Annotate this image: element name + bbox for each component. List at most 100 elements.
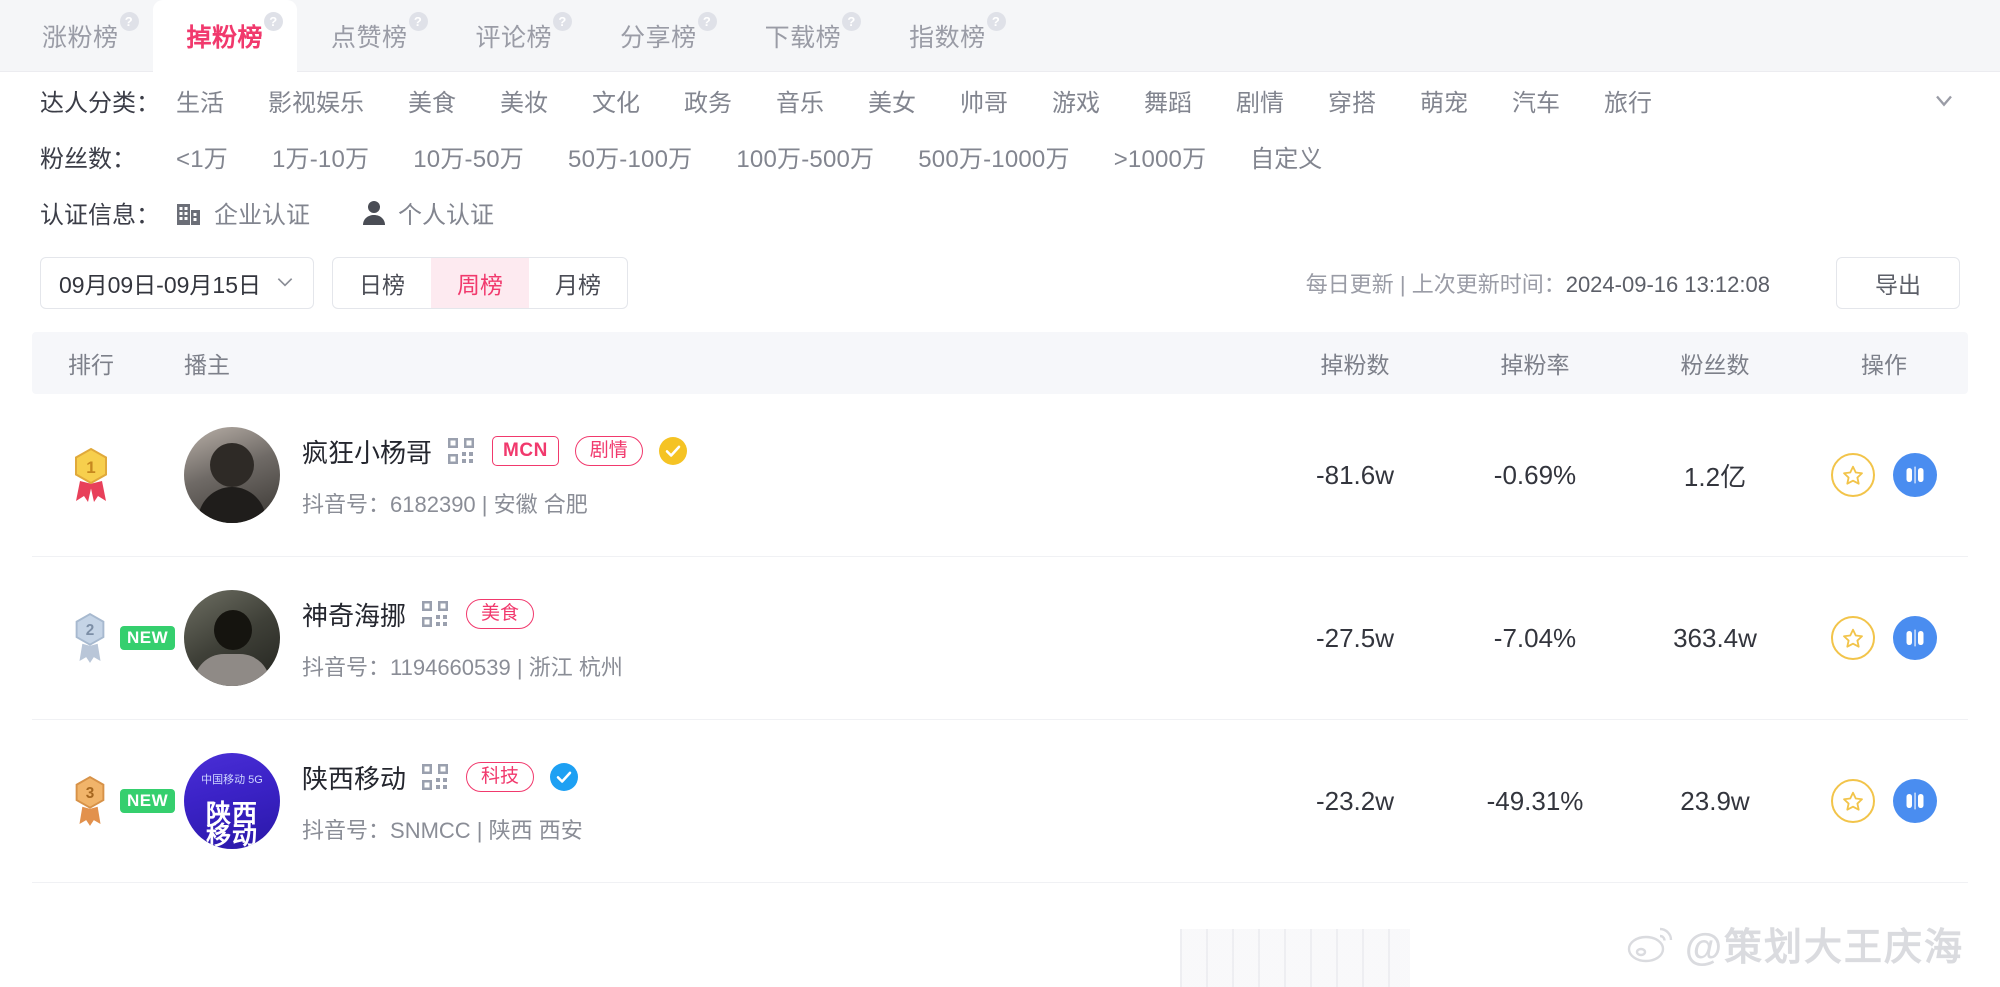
filter-row-fans: 粉丝数： <1万 1万-10万 10万-50万 50万-100万 100万-50… xyxy=(40,128,1960,184)
tag-mcn[interactable]: MCN xyxy=(492,436,559,466)
tab-xiazaibang[interactable]: 下载榜 ? xyxy=(731,0,876,72)
cert-option-personal-label: 个人认证 xyxy=(398,201,494,229)
account-label: 抖音号： xyxy=(302,655,391,680)
fans-option-100w-500w[interactable]: 100万-500万 xyxy=(736,139,874,174)
svg-text:1: 1 xyxy=(86,458,95,477)
qr-code-icon[interactable] xyxy=(448,438,475,464)
chevron-down-icon[interactable] xyxy=(1928,84,1960,116)
host-location: 陕西 西安 xyxy=(488,818,583,843)
category-option-yinyue[interactable]: 音乐 xyxy=(776,83,824,118)
category-option-list: 生活 影视娱乐 美食 美妆 文化 政务 音乐 美女 帅哥 游戏 舞蹈 剧情 穿搭… xyxy=(176,83,1652,118)
account-label: 抖音号： xyxy=(302,492,391,517)
tab-pinglunbang[interactable]: 评论榜 ? xyxy=(442,0,587,72)
drop-rate-value: -0.69% xyxy=(1493,459,1577,490)
tab-diaofenbang[interactable]: 掉粉榜 ? xyxy=(152,0,298,72)
favorite-star-icon[interactable] xyxy=(1831,453,1875,497)
column-header-drop-rate: 掉粉率 xyxy=(1500,352,1570,378)
verified-badge-icon xyxy=(550,763,579,791)
help-icon[interactable]: ? xyxy=(986,12,1006,31)
chevron-down-icon xyxy=(275,273,295,294)
fans-option-lt-1w[interactable]: <1万 xyxy=(176,139,228,174)
help-icon[interactable]: ? xyxy=(119,12,139,31)
host-name-line: 疯狂小杨哥 MCN 剧情 xyxy=(302,431,687,471)
fans-option-1w-10w[interactable]: 1万-10万 xyxy=(272,139,369,174)
host-name[interactable]: 疯狂小杨哥 xyxy=(302,433,432,470)
cert-option-personal[interactable]: 个人认证 xyxy=(362,195,494,230)
ranking-tab-bar: 涨粉榜 ? 掉粉榜 ? 点赞榜 ? 评论榜 ? 分享榜 ? 下载榜 ? 指数榜 … xyxy=(0,0,2000,72)
tab-label: 点赞榜 xyxy=(331,24,408,52)
fans-option-gt-1000w[interactable]: >1000万 xyxy=(1114,139,1207,174)
avatar[interactable]: 中国移动 5G 陕西 移动 xyxy=(184,753,280,849)
category-option-qiche[interactable]: 汽车 xyxy=(1512,83,1560,118)
douyin-icon[interactable] xyxy=(1893,779,1937,823)
favorite-star-icon[interactable] xyxy=(1831,616,1875,660)
category-option-yingshiyule[interactable]: 影视娱乐 xyxy=(268,83,364,118)
watermark-stripe xyxy=(1180,929,1410,987)
tab-dianzanbang[interactable]: 点赞榜 ? xyxy=(297,0,442,72)
date-range-value: 09月09日-09月15日 xyxy=(59,272,261,298)
category-option-wudao[interactable]: 舞蹈 xyxy=(1144,83,1192,118)
tab-zhangfenbang[interactable]: 涨粉榜 ? xyxy=(8,0,153,72)
help-icon[interactable]: ? xyxy=(553,12,573,31)
host-cell: 疯狂小杨哥 MCN 剧情 抖音号：6182390 | 安徽 合肥 xyxy=(172,427,1270,523)
douyin-icon[interactable] xyxy=(1893,453,1937,497)
fans-value: 363.4w xyxy=(1673,622,1757,653)
drop-count-value: -27.5w xyxy=(1315,622,1395,653)
account-label: 抖音号： xyxy=(302,818,391,843)
period-option-monthly[interactable]: 月榜 xyxy=(529,258,627,308)
table-header-row: 排行 播主 掉粉数 掉粉率 粉丝数 操作 xyxy=(32,332,1968,394)
category-option-mengchong[interactable]: 萌宠 xyxy=(1420,83,1468,118)
avatar-main-text: 陕西 移动 xyxy=(205,800,258,849)
avatar-logo-text: 中国移动 5G xyxy=(201,774,263,786)
help-icon[interactable]: ? xyxy=(408,12,428,31)
table-row: 2 NEW 神奇海挪 美食 抖音号：1194660539 | 浙江 杭州 -27… xyxy=(32,557,1968,720)
host-account-line: 抖音号：SNMCC | 陕西 西安 xyxy=(302,818,583,843)
category-option-meizhuang[interactable]: 美妆 xyxy=(500,83,548,118)
host-name[interactable]: 神奇海挪 xyxy=(302,596,406,633)
avatar[interactable] xyxy=(184,590,280,686)
column-header-drop-count: 掉粉数 xyxy=(1320,352,1390,378)
fans-option-custom[interactable]: 自定义 xyxy=(1250,139,1322,174)
douyin-icon[interactable] xyxy=(1893,616,1937,660)
tag-category[interactable]: 美食 xyxy=(466,599,535,629)
export-button[interactable]: 导出 xyxy=(1836,257,1960,309)
host-cell: 神奇海挪 美食 抖音号：1194660539 | 浙江 杭州 xyxy=(172,590,1270,686)
period-option-daily[interactable]: 日榜 xyxy=(333,258,431,308)
category-option-lvxing[interactable]: 旅行 xyxy=(1604,83,1652,118)
host-name[interactable]: 陕西移动 xyxy=(302,759,406,796)
filter-panel: 达人分类： 生活 影视娱乐 美食 美妆 文化 政务 音乐 美女 帅哥 游戏 舞蹈… xyxy=(0,72,2000,240)
tab-zhishubang[interactable]: 指数榜 ? xyxy=(875,0,1020,72)
tab-label: 评论榜 xyxy=(475,24,553,52)
help-icon[interactable]: ? xyxy=(842,12,862,31)
period-option-weekly[interactable]: 周榜 xyxy=(431,258,529,308)
fans-option-10w-50w[interactable]: 10万-50万 xyxy=(413,139,524,174)
fans-option-500w-1000w[interactable]: 500万-1000万 xyxy=(918,139,1069,174)
action-cell xyxy=(1800,453,1968,497)
tag-category[interactable]: 剧情 xyxy=(574,436,643,466)
category-option-zhengwu[interactable]: 政务 xyxy=(684,83,732,118)
tab-fenxiangbang[interactable]: 分享榜 ? xyxy=(586,0,731,72)
update-info-prefix: 每日更新 | 上次更新时间： xyxy=(1305,272,1566,297)
qr-code-icon[interactable] xyxy=(422,764,449,790)
fans-option-list: <1万 1万-10万 10万-50万 50万-100万 100万-500万 50… xyxy=(176,139,1322,174)
help-icon[interactable]: ? xyxy=(697,12,717,31)
category-option-meishi[interactable]: 美食 xyxy=(408,83,456,118)
category-option-wenhua[interactable]: 文化 xyxy=(592,83,640,118)
help-icon[interactable]: ? xyxy=(264,12,284,31)
category-option-youxi[interactable]: 游戏 xyxy=(1052,83,1100,118)
filter-label-fans: 粉丝数： xyxy=(40,145,136,173)
tag-category[interactable]: 科技 xyxy=(466,762,535,792)
favorite-star-icon[interactable] xyxy=(1831,779,1875,823)
category-option-chuanda[interactable]: 穿搭 xyxy=(1328,83,1376,118)
qr-code-icon[interactable] xyxy=(422,601,449,627)
page-root: 涨粉榜 ? 掉粉榜 ? 点赞榜 ? 评论榜 ? 分享榜 ? 下载榜 ? 指数榜 … xyxy=(0,0,2000,987)
category-option-juqing[interactable]: 剧情 xyxy=(1236,83,1284,118)
avatar[interactable] xyxy=(184,427,280,523)
fans-option-50w-100w[interactable]: 50万-100万 xyxy=(568,139,692,174)
cert-option-enterprise[interactable]: 企业认证 xyxy=(176,195,310,230)
category-option-shenghuo[interactable]: 生活 xyxy=(176,83,224,118)
category-option-meinv[interactable]: 美女 xyxy=(868,83,916,118)
filter-row-cert: 认证信息： 企业认证 个人认证 xyxy=(40,184,1960,240)
category-option-shuaige[interactable]: 帅哥 xyxy=(960,83,1008,118)
date-range-picker[interactable]: 09月09日-09月15日 xyxy=(40,257,314,309)
